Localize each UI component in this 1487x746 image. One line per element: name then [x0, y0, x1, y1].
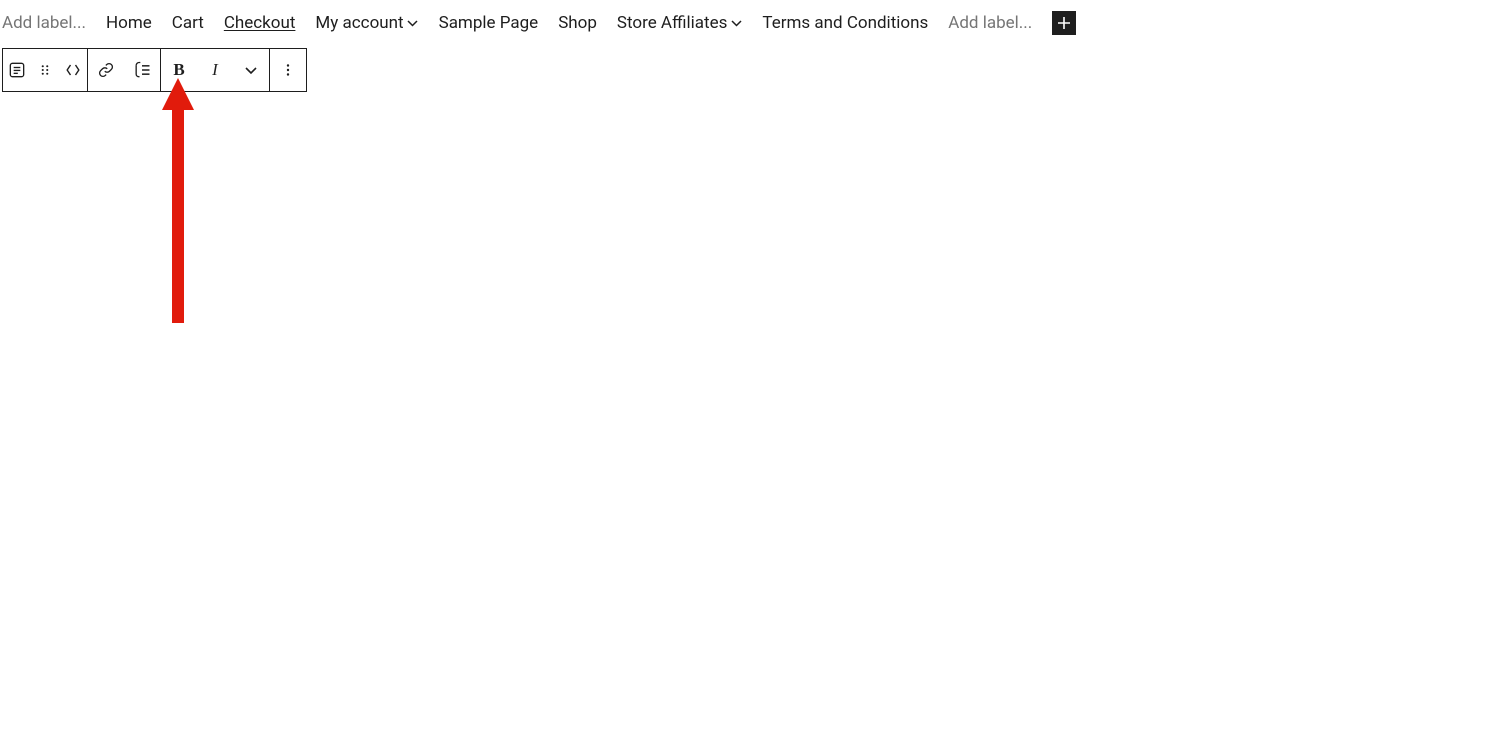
bold-button[interactable]: B	[161, 49, 197, 91]
toolbar-group-options	[270, 48, 307, 92]
nav-item-terms-conditions[interactable]: Terms and Conditions	[762, 13, 928, 33]
italic-button[interactable]: I	[197, 49, 233, 91]
nav-item-my-account[interactable]: My account	[315, 13, 418, 33]
nav-item-home[interactable]: Home	[106, 13, 152, 33]
navigation-link-icon	[7, 60, 27, 80]
block-type-button[interactable]	[3, 49, 31, 91]
nav-item-cart[interactable]: Cart	[172, 13, 204, 33]
move-block-button[interactable]	[59, 49, 87, 91]
chevron-down-icon	[407, 17, 419, 29]
link-icon	[96, 60, 116, 80]
more-options-button[interactable]	[270, 49, 306, 91]
add-block-button[interactable]	[1052, 11, 1076, 35]
submenu-icon	[132, 60, 152, 80]
plus-icon	[1056, 15, 1072, 31]
annotation-arrow	[158, 78, 198, 323]
toolbar-group-link	[88, 48, 161, 92]
more-formatting-button[interactable]	[233, 49, 269, 91]
nav-item-label: Store Affiliates	[617, 13, 727, 33]
nav-item-checkout[interactable]: Checkout	[224, 13, 296, 33]
kebab-icon	[279, 61, 297, 79]
nav-item-shop[interactable]: Shop	[558, 13, 597, 33]
chevron-down-icon	[730, 17, 742, 29]
navigation-block[interactable]: Add label... Home Cart Checkout My accou…	[0, 0, 1487, 48]
drag-handle-button[interactable]	[31, 49, 59, 91]
toolbar-group-block	[2, 48, 88, 92]
block-toolbar: B I	[2, 48, 307, 92]
add-label-placeholder-left[interactable]: Add label...	[2, 13, 86, 33]
link-button[interactable]	[88, 49, 124, 91]
add-submenu-button[interactable]	[124, 49, 160, 91]
toolbar-group-formatting: B I	[161, 48, 270, 92]
move-arrows-icon	[63, 60, 83, 80]
nav-item-store-affiliates[interactable]: Store Affiliates	[617, 13, 742, 33]
add-label-placeholder-right[interactable]: Add label...	[948, 13, 1032, 33]
chevron-down-icon	[243, 62, 259, 78]
nav-item-sample-page[interactable]: Sample Page	[439, 13, 539, 33]
nav-item-label: My account	[315, 13, 403, 33]
drag-handle-icon	[36, 61, 54, 79]
